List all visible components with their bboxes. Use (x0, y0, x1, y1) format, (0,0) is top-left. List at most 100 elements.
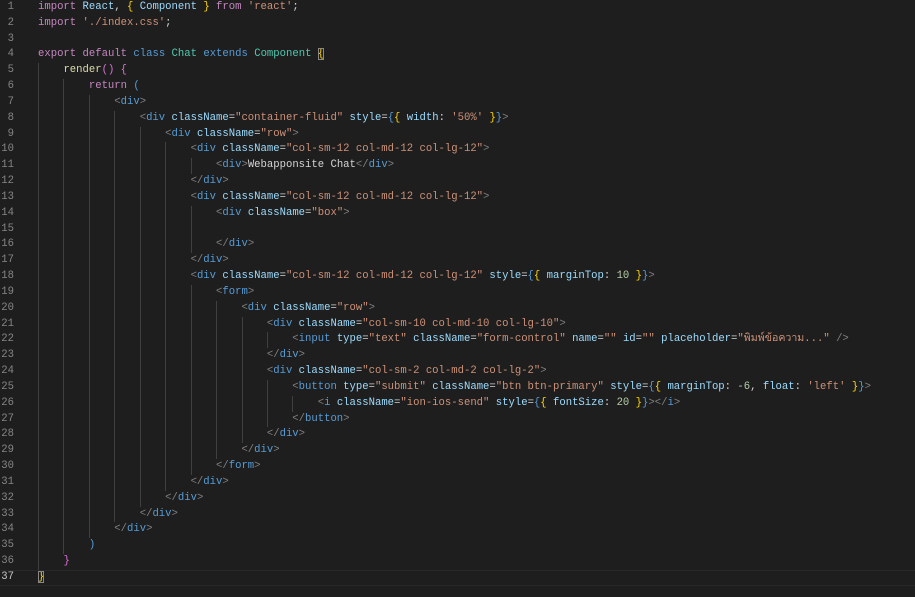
code-line[interactable]: 30 </form> (0, 459, 915, 475)
code-line[interactable]: 6 return ( (0, 79, 915, 95)
code-token: style (610, 380, 642, 393)
code-token: > (292, 127, 299, 140)
indent-guide (190, 221, 192, 238)
code-line[interactable]: 21 <div className="col-sm-10 col-md-10 c… (0, 316, 915, 333)
code-token: </ (216, 238, 229, 251)
code-token: style (349, 111, 382, 124)
code-line[interactable]: 10 <div className="col-sm-12 col-md-12 c… (0, 142, 915, 159)
code-line[interactable]: 36 } (0, 554, 915, 570)
code-token: from (216, 1, 242, 13)
code-token: div (196, 143, 217, 156)
code-token: </ (292, 412, 306, 425)
code-token: > (540, 365, 547, 378)
code-line[interactable]: 24 <div className="col-sm-2 col-md-2 col… (0, 364, 915, 380)
code-token: } (38, 570, 45, 583)
code-line[interactable]: 34 </div> (0, 522, 915, 539)
code-line[interactable]: 31 </div> (0, 474, 915, 491)
code-token: "" (642, 333, 655, 346)
code-line[interactable]: 28 </div> (0, 427, 915, 444)
code-token: div (203, 254, 223, 267)
code-text: <div className="col-sm-12 col-md-12 col-… (38, 142, 490, 158)
code-line[interactable]: 17 </div> (0, 253, 915, 270)
code-line[interactable]: 13 <div className="col-sm-12 col-md-12 c… (0, 189, 915, 206)
code-line[interactable]: 4 export default class Chat extends Compo… (0, 47, 915, 63)
code-editor[interactable]: 1 import React, { Component } from 'react… (0, 0, 915, 597)
code-text: <input type="text" className="form-contr… (38, 332, 849, 348)
code-line[interactable]: 1 import React, { Component } from 'react… (0, 0, 915, 16)
code-token: div (247, 301, 267, 314)
code-line[interactable]: 19 <form> (0, 284, 915, 301)
code-token: fontSize (553, 396, 604, 409)
code-token: extends (203, 48, 248, 61)
code-token: import (38, 1, 77, 13)
code-line[interactable]: 5 render() { (0, 63, 915, 80)
code-token: div (228, 238, 248, 251)
code-token: 10 (616, 270, 630, 283)
code-token: div (273, 317, 293, 330)
code-text: </form> (38, 459, 261, 475)
code-text: </div> (38, 443, 280, 459)
code-line[interactable]: 33 </div> (0, 506, 915, 523)
code-line[interactable]: 23 </div> (0, 348, 915, 365)
code-line[interactable]: 16 </div> (0, 237, 915, 254)
code-line[interactable]: 20 <div className="row"> (0, 300, 915, 317)
code-line[interactable]: 25 <button type="submit" className="btn … (0, 379, 915, 396)
code-line[interactable]: 14 <div className="box"> (0, 205, 915, 222)
code-line[interactable]: 26 <i className="ion-ios-send" style={{ … (0, 395, 915, 412)
code-token: </ (241, 444, 255, 457)
code-token: div (273, 365, 293, 378)
line-number: 26 (1, 396, 14, 409)
code-token: type (343, 380, 369, 393)
line-number: 17 (1, 254, 14, 267)
line-number: 2 (7, 16, 14, 29)
code-text: render() { (38, 63, 127, 79)
code-line[interactable]: 11 <div>Webapponsite Chat</div> (0, 158, 915, 175)
code-token: </ (190, 254, 204, 267)
code-token: className (298, 365, 356, 378)
code-token: ( (133, 80, 140, 93)
code-line[interactable]: 18 <div className="col-sm-12 col-md-12 c… (0, 269, 915, 285)
line-number: 3 (7, 32, 14, 45)
code-token: name (572, 333, 598, 346)
code-text: </div> (38, 475, 229, 491)
code-line[interactable]: 3 (0, 32, 915, 48)
code-token: ) (88, 539, 96, 552)
code-text: <form> (38, 285, 254, 301)
code-token: div (222, 159, 242, 172)
code-line[interactable]: 29 </div> (0, 443, 915, 460)
code-token: > (483, 143, 490, 156)
code-line[interactable]: 35 ) (0, 538, 915, 555)
code-line[interactable]: 22 <input type="text" className="form-co… (0, 332, 915, 349)
code-token: </ (355, 159, 369, 172)
code-line[interactable]: 2 import './index.css'; (0, 16, 915, 32)
code-line[interactable]: 9 <div className="row"> (0, 126, 915, 143)
code-token: className (336, 396, 395, 409)
code-text: <div className="col-sm-2 col-md-2 col-lg… (38, 364, 547, 380)
code-token: > (387, 159, 395, 172)
code-token: </ (139, 507, 153, 520)
code-line[interactable]: 37} (0, 570, 915, 586)
code-line[interactable]: 27 </button> (0, 411, 915, 428)
code-token: > (222, 475, 229, 488)
code-text: <div className="box"> (38, 206, 350, 222)
code-line[interactable]: 15 (0, 221, 915, 238)
code-line[interactable]: 12 </div> (0, 174, 915, 190)
code-token: > (273, 444, 280, 457)
line-number: 19 (1, 285, 14, 298)
code-line[interactable]: 7 <div> (0, 94, 915, 111)
code-text: <i className="ion-ios-send" style={{ fon… (38, 396, 680, 412)
code-text: <div className="col-sm-12 col-md-12 col-… (38, 190, 490, 206)
code-line[interactable]: 8 <div className="container-fluid" style… (0, 110, 915, 127)
code-token: { (317, 48, 325, 61)
code-line[interactable]: 32 </div> (0, 490, 915, 507)
code-token: > (673, 396, 681, 409)
code-token: "col-sm-12 col-md-12 col-lg-12" (285, 143, 484, 156)
code-token: > (222, 254, 229, 267)
code-token: () (101, 64, 115, 77)
